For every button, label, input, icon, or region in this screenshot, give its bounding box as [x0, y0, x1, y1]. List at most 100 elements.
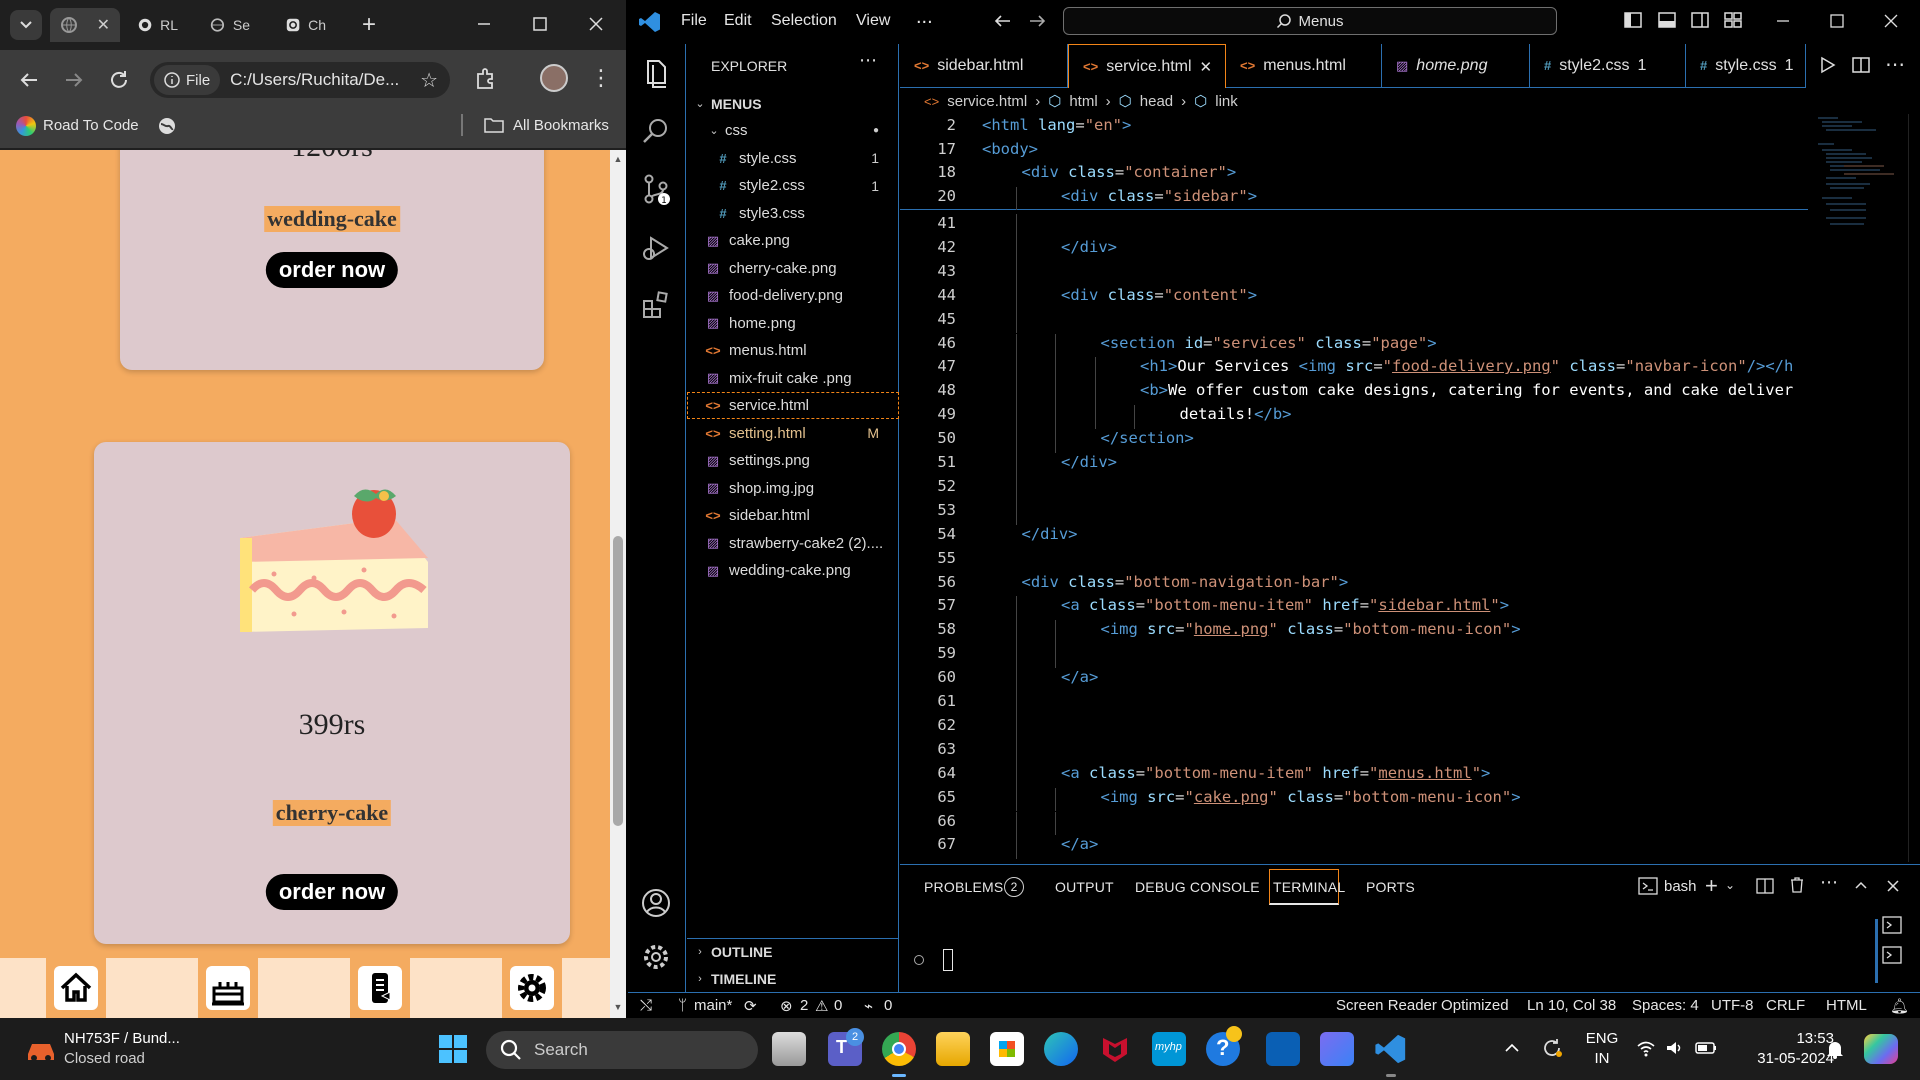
- code-line[interactable]: details!</b>: [1180, 405, 1292, 423]
- outline-section[interactable]: › OUTLINE: [687, 938, 899, 965]
- tab-problems[interactable]: PROBLEMS: [924, 879, 1003, 895]
- code-line[interactable]: <div class="container">: [1022, 163, 1237, 181]
- file-item[interactable]: ▨ cake.png: [687, 227, 899, 254]
- code-line[interactable]: </section>: [1101, 429, 1194, 447]
- new-terminal-icon[interactable]: +: [1705, 873, 1718, 899]
- address-bar[interactable]: File C:/Users/Ruchita/De... ☆: [150, 62, 450, 98]
- sync-icon[interactable]: ⟳: [744, 997, 757, 1015]
- timeline-section[interactable]: › TIMELINE: [687, 965, 899, 992]
- menu-more[interactable]: ...: [916, 6, 933, 29]
- sync-icon[interactable]: [1540, 1036, 1564, 1060]
- file-item[interactable]: <> sidebar.html: [687, 502, 899, 529]
- tab-search[interactable]: Se: [200, 8, 260, 42]
- vscode-icon[interactable]: [1374, 1032, 1408, 1066]
- code-line[interactable]: <div class="bottom-navigation-bar">: [1022, 573, 1349, 591]
- code-line[interactable]: <section id="services" class="page">: [1101, 334, 1437, 352]
- ports-count[interactable]: 0: [884, 997, 892, 1014]
- manage-gear-icon[interactable]: [639, 940, 673, 974]
- screen-app-icon[interactable]: [1266, 1032, 1300, 1066]
- code-line[interactable]: <a class="bottom-menu-item" href="menus.…: [1061, 764, 1490, 782]
- code-line[interactable]: </a>: [1061, 668, 1098, 686]
- folder-item[interactable]: ⌄ css ●: [687, 117, 899, 144]
- back-icon[interactable]: [15, 66, 43, 94]
- taskbar-search[interactable]: Search: [486, 1031, 758, 1069]
- close-icon[interactable]: ✕: [97, 15, 110, 35]
- file-item[interactable]: ▨ mix-fruit cake .png: [687, 365, 899, 392]
- toggle-secondary-sidebar-icon[interactable]: [1690, 10, 1710, 30]
- file-item[interactable]: <> service.html: [687, 392, 899, 419]
- close-window-icon[interactable]: [584, 12, 608, 36]
- tab-github[interactable]: RL: [128, 8, 188, 42]
- tab-search-button[interactable]: [10, 10, 42, 40]
- menu-edit[interactable]: Edit: [724, 12, 752, 30]
- breadcrumb-item[interactable]: head: [1140, 93, 1173, 110]
- breadcrumb-item[interactable]: service.html: [947, 93, 1027, 110]
- bottom-menu-item-service[interactable]: [350, 958, 410, 1018]
- file-explorer-icon[interactable]: [936, 1032, 970, 1066]
- split-terminal-icon[interactable]: [1756, 877, 1774, 895]
- nav-back-icon[interactable]: [992, 10, 1014, 32]
- order-now-button[interactable]: order now: [265, 874, 399, 910]
- code-line[interactable]: <html lang="en">: [982, 116, 1131, 134]
- vertical-scrollbar[interactable]: [1908, 114, 1920, 862]
- code-line[interactable]: <img src="cake.png" class="bottom-menu-i…: [1101, 788, 1521, 806]
- branch-name[interactable]: main*: [694, 997, 732, 1014]
- editor-tab[interactable]: <> service.html ✕: [1068, 44, 1226, 88]
- command-center[interactable]: Menus: [1063, 7, 1557, 35]
- file-item[interactable]: ▨ cherry-cake.png: [687, 255, 899, 282]
- code-line[interactable]: </div>: [1061, 453, 1117, 471]
- split-editor-icon[interactable]: [1852, 56, 1870, 74]
- file-item[interactable]: <> setting.html M: [687, 420, 899, 447]
- encoding[interactable]: UTF-8: [1711, 997, 1754, 1014]
- terminal-list-item-icon[interactable]: [1880, 945, 1904, 965]
- battery-icon[interactable]: [1694, 1038, 1718, 1058]
- editor-tab[interactable]: <> menus.html: [1226, 44, 1382, 88]
- source-control-icon[interactable]: 1: [639, 172, 673, 206]
- maximize-panel-icon[interactable]: [1852, 877, 1870, 895]
- editor-tab[interactable]: # style2.css 1: [1530, 44, 1686, 88]
- code-line[interactable]: </div>: [1022, 525, 1078, 543]
- site-info-chip[interactable]: File: [154, 65, 221, 95]
- breadcrumb-item[interactable]: link: [1215, 93, 1238, 110]
- tab-active[interactable]: ✕: [50, 8, 120, 42]
- order-now-button[interactable]: order now: [265, 252, 399, 288]
- copilot-preview-icon[interactable]: [1864, 1034, 1898, 1064]
- maximize-icon[interactable]: [1826, 10, 1848, 32]
- tab-ports[interactable]: PORTS: [1366, 879, 1415, 895]
- region-code[interactable]: IN: [1585, 1050, 1619, 1067]
- scroll-up-icon[interactable]: ▲: [613, 154, 623, 164]
- terminal-list-item-icon[interactable]: [1880, 915, 1904, 935]
- search-icon[interactable]: [639, 114, 673, 148]
- file-item[interactable]: ▨ food-delivery.png: [687, 282, 899, 309]
- more-actions-icon[interactable]: ⋯: [1885, 52, 1905, 77]
- file-item[interactable]: # style3.css: [687, 200, 899, 227]
- more-actions-icon[interactable]: ⋯: [859, 50, 877, 71]
- code-line[interactable]: <div class="content">: [1061, 286, 1257, 304]
- extensions-icon[interactable]: [639, 288, 673, 322]
- avatar[interactable]: [540, 64, 568, 92]
- chevron-down-icon[interactable]: ⌄: [1725, 878, 1735, 892]
- accounts-icon[interactable]: [639, 886, 673, 920]
- clock-date[interactable]: 31-05-2024: [1752, 1050, 1834, 1067]
- code-line[interactable]: <body>: [982, 140, 1038, 158]
- close-icon[interactable]: ✕: [1200, 58, 1213, 76]
- indentation[interactable]: Spaces: 4: [1632, 997, 1699, 1014]
- code-line[interactable]: <a class="bottom-menu-item" href="sideba…: [1061, 596, 1509, 614]
- toggle-primary-sidebar-icon[interactable]: [1623, 10, 1643, 30]
- code-line[interactable]: </div>: [1061, 238, 1117, 256]
- editor-tab[interactable]: <> sidebar.html: [900, 44, 1068, 88]
- file-item[interactable]: <> menus.html: [687, 337, 899, 364]
- star-icon[interactable]: ☆: [420, 68, 438, 93]
- reload-icon[interactable]: [105, 66, 133, 94]
- language-mode[interactable]: HTML: [1826, 997, 1867, 1014]
- scroll-down-icon[interactable]: ▼: [613, 1002, 623, 1012]
- scroll-thumb[interactable]: [613, 536, 623, 826]
- screen-reader-status[interactable]: Screen Reader Optimized: [1336, 997, 1509, 1014]
- close-panel-icon[interactable]: [1884, 877, 1902, 895]
- nav-forward-icon[interactable]: [1026, 10, 1048, 32]
- language-code[interactable]: ENG: [1585, 1030, 1619, 1047]
- help-icon[interactable]: ?: [1206, 1026, 1242, 1066]
- shell-name[interactable]: bash: [1664, 878, 1697, 895]
- code-line[interactable]: <h1>Our Services <img src="food-delivery…: [1140, 357, 1793, 375]
- store-icon[interactable]: [990, 1032, 1024, 1066]
